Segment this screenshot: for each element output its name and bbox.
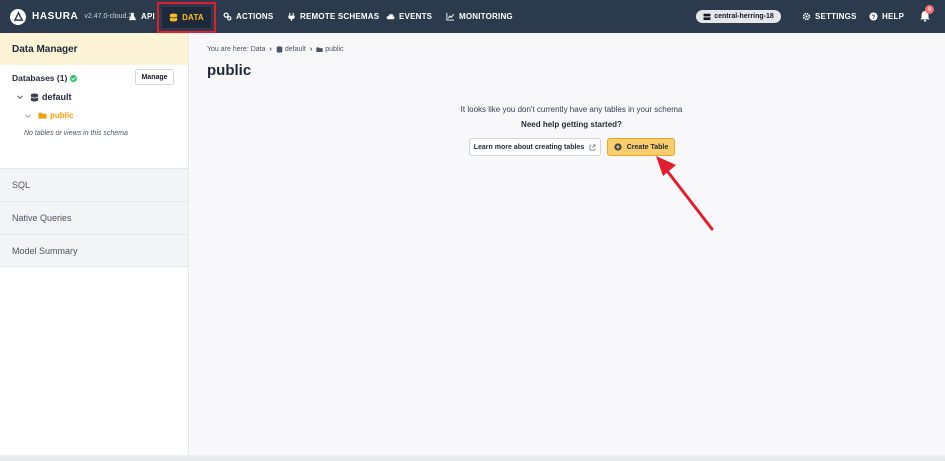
notification-count-badge: 9 [925, 5, 934, 14]
nav-help-label: HELP [882, 12, 905, 21]
svg-text:?: ? [871, 14, 875, 21]
database-icon [169, 13, 178, 22]
database-icon [30, 92, 39, 102]
nav-settings[interactable]: SETTINGS [802, 0, 857, 33]
nav-api[interactable]: API [128, 0, 155, 33]
nav-actions-label: ACTIONS [236, 12, 274, 21]
project-name: central-herring-18 [714, 13, 774, 20]
nav-remote-schemas-label: REMOTE SCHEMAS [300, 12, 380, 21]
sidebar: Data Manager Databases (1) Manage defaul… [0, 33, 189, 461]
brand-name: HASURA [32, 11, 79, 22]
flask-icon [128, 12, 137, 21]
breadcrumb-data[interactable]: You are here: Data [207, 46, 266, 53]
schema-name: public [50, 111, 74, 120]
main-content: You are here: Data › default › public pu… [190, 33, 945, 461]
plus-circle-icon [614, 143, 622, 151]
chevron-down-icon[interactable] [24, 112, 32, 120]
version-label: v2.47.0-cloud.2 [84, 13, 133, 20]
cloud-icon [386, 12, 395, 21]
empty-schema-note: No tables or views in this schema [24, 130, 128, 137]
databases-label: Databases (1) [12, 73, 68, 83]
nav-data-label: DATA [182, 13, 204, 22]
folder-icon [38, 111, 47, 120]
learn-more-button[interactable]: Learn more about creating tables [469, 138, 601, 156]
brand[interactable]: HASURA v2.47.0-cloud.2 [10, 0, 132, 33]
line-chart-icon [446, 12, 455, 21]
nav-actions[interactable]: ACTIONS [223, 0, 273, 33]
sidebar-item-public-schema[interactable]: public [24, 111, 74, 120]
chevron-right-icon: › [269, 46, 272, 53]
chevron-down-icon[interactable] [16, 93, 24, 101]
server-icon [703, 13, 711, 21]
folder-icon [316, 46, 323, 53]
nav-events-label: EVENTS [399, 12, 433, 21]
sidebar-item-default-database[interactable]: default [16, 92, 72, 102]
nav-api-label: API [141, 12, 155, 21]
sidebar-item-model-summary[interactable]: Model Summary [0, 234, 188, 267]
plug-icon [287, 12, 296, 21]
breadcrumb-public[interactable]: public [325, 46, 343, 53]
page-title: public [207, 62, 252, 79]
nav-data-active[interactable]: DATA [162, 7, 211, 28]
annotation-arrow [656, 156, 714, 231]
gear-icon [802, 12, 811, 21]
nav-monitoring-label: MONITORING [459, 12, 513, 21]
cogs-icon [223, 12, 232, 21]
sidebar-item-sql[interactable]: SQL [0, 168, 188, 201]
nav-help[interactable]: ? HELP [869, 0, 904, 33]
question-circle-icon: ? [869, 12, 878, 21]
nav-data[interactable]: DATA [157, 2, 216, 33]
top-navigation-bar: HASURA v2.47.0-cloud.2 API DATA ACTIONS … [0, 0, 945, 33]
external-link-icon [589, 144, 596, 151]
nav-events[interactable]: EVENTS [386, 0, 432, 33]
project-selector[interactable]: central-herring-18 [696, 10, 781, 23]
chevron-right-icon: › [309, 46, 313, 53]
databases-label-row: Databases (1) [12, 73, 78, 83]
database-name: default [42, 92, 72, 102]
window-bottom-edge [0, 455, 945, 461]
breadcrumb: You are here: Data › default › public [207, 46, 344, 53]
database-icon [276, 46, 283, 53]
sidebar-header[interactable]: Data Manager [0, 33, 188, 65]
empty-state-message: It looks like you don't currently have a… [460, 105, 683, 114]
nav-monitoring[interactable]: MONITORING [446, 0, 513, 33]
check-circle-icon [70, 74, 78, 82]
hasura-logo-icon [10, 8, 26, 25]
learn-more-label: Learn more about creating tables [473, 143, 585, 151]
manage-button[interactable]: Manage [135, 69, 174, 85]
nav-settings-label: SETTINGS [815, 12, 857, 21]
nav-remote-schemas[interactable]: REMOTE SCHEMAS [287, 0, 379, 33]
breadcrumb-default[interactable]: default [285, 46, 306, 53]
sidebar-item-native-queries[interactable]: Native Queries [0, 201, 188, 234]
help-prompt: Need help getting started? [521, 120, 622, 129]
